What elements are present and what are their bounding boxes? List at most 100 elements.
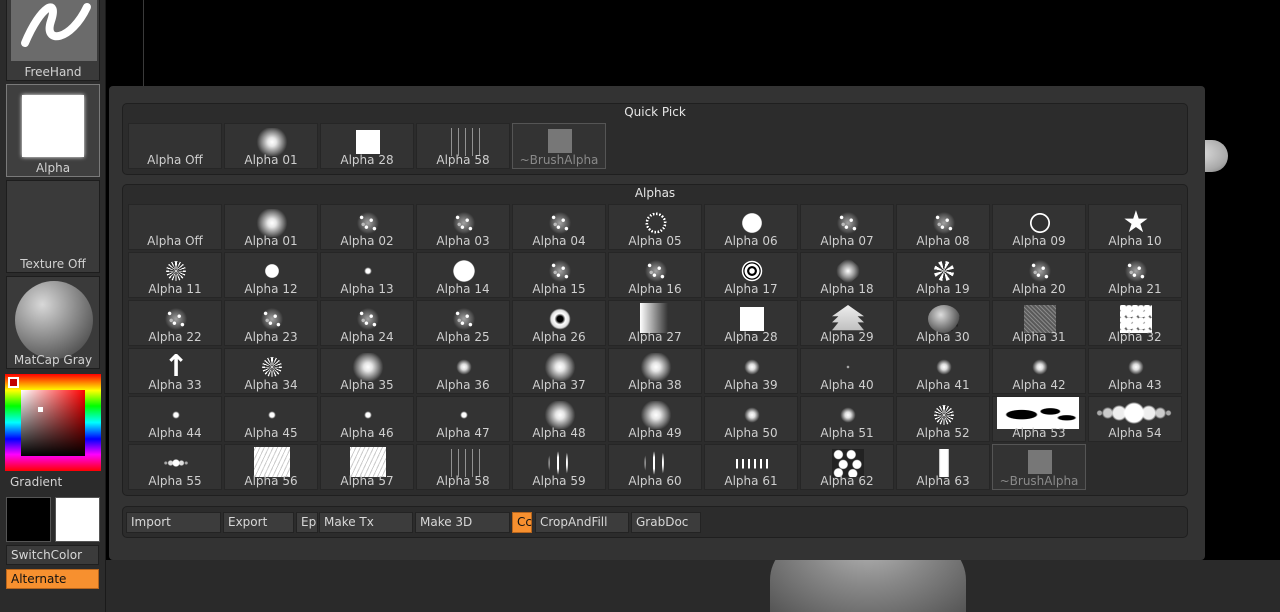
- grab-doc-button[interactable]: GrabDoc: [631, 512, 701, 533]
- alpha-cell[interactable]: ~BrushAlpha: [512, 123, 606, 169]
- alpha-cell[interactable]: Alpha 15: [512, 252, 606, 298]
- main-color-swatch[interactable]: [6, 497, 51, 542]
- alternate-button[interactable]: Alternate: [6, 569, 99, 589]
- alpha-cell[interactable]: Alpha 51: [800, 396, 894, 442]
- alpha-cell[interactable]: Alpha Off: [128, 204, 222, 250]
- alpha-cell[interactable]: Alpha 43: [1088, 348, 1182, 394]
- alpha-cell[interactable]: Alpha 46: [320, 396, 414, 442]
- alpha-cell[interactable]: ~BrushAlpha: [992, 444, 1086, 490]
- alpha-thumbnail-icon: ★: [1122, 205, 1150, 240]
- alpha-cell[interactable]: Alpha 61: [704, 444, 798, 490]
- alpha-cell-label: Alpha 28: [724, 330, 778, 344]
- alpha-cell[interactable]: Alpha 36: [416, 348, 510, 394]
- alpha-cell[interactable]: Alpha 02: [320, 204, 414, 250]
- alpha-thumbnail-icon: [544, 257, 576, 285]
- alpha-cell[interactable]: Alpha 59: [512, 444, 606, 490]
- material-selector[interactable]: MatCap Gray: [6, 276, 100, 369]
- texture-selector[interactable]: Texture Off: [6, 180, 100, 273]
- alpha-cell[interactable]: Alpha 24: [320, 300, 414, 346]
- cc-toggle[interactable]: Cc: [512, 512, 532, 533]
- make-tx-button[interactable]: Make Tx: [319, 512, 413, 533]
- alpha-cell[interactable]: Alpha 26: [512, 300, 606, 346]
- import-button[interactable]: Import: [126, 512, 221, 533]
- alpha-cell[interactable]: Alpha 20: [992, 252, 1086, 298]
- alpha-label: Alpha: [35, 161, 71, 175]
- alpha-cell[interactable]: Alpha 06: [704, 204, 798, 250]
- alpha-cell[interactable]: Alpha 42: [992, 348, 1086, 394]
- alpha-cell[interactable]: Alpha 08: [896, 204, 990, 250]
- alpha-cell[interactable]: ★ Alpha 10: [1088, 204, 1182, 250]
- alpha-cell[interactable]: Alpha 35: [320, 348, 414, 394]
- alpha-cell[interactable]: Alpha 50: [704, 396, 798, 442]
- alpha-cell[interactable]: Alpha 45: [224, 396, 318, 442]
- alpha-cell[interactable]: Alpha 58: [416, 123, 510, 169]
- alpha-cell[interactable]: Alpha 32: [1088, 300, 1182, 346]
- alpha-cell[interactable]: Alpha 11: [128, 252, 222, 298]
- crop-and-fill-button[interactable]: CropAndFill: [535, 512, 629, 533]
- alpha-cell[interactable]: Alpha 13: [320, 252, 414, 298]
- alpha-cell[interactable]: ↑ Alpha 33: [128, 348, 222, 394]
- alpha-cell[interactable]: Alpha 60: [608, 444, 702, 490]
- export-button[interactable]: Export: [223, 512, 294, 533]
- alpha-cell[interactable]: Alpha 03: [416, 204, 510, 250]
- main-color-marker[interactable]: [8, 377, 19, 388]
- secondary-color-swatch[interactable]: [55, 497, 100, 542]
- alpha-cell-label: Alpha 04: [532, 234, 586, 248]
- alpha-cell[interactable]: Alpha 38: [608, 348, 702, 394]
- alpha-cell[interactable]: Alpha 04: [512, 204, 606, 250]
- alpha-cell[interactable]: Alpha 37: [512, 348, 606, 394]
- alpha-cell[interactable]: Alpha 21: [1088, 252, 1182, 298]
- alpha-cell[interactable]: Alpha 48: [512, 396, 606, 442]
- alpha-cell[interactable]: Alpha 28: [320, 123, 414, 169]
- alpha-selector[interactable]: Alpha: [6, 84, 100, 177]
- alpha-cell[interactable]: Alpha 49: [608, 396, 702, 442]
- alpha-cell[interactable]: Alpha 09: [992, 204, 1086, 250]
- alpha-cell[interactable]: Alpha 55: [128, 444, 222, 490]
- color-picker[interactable]: [5, 374, 101, 471]
- alpha-cell[interactable]: Alpha 41: [896, 348, 990, 394]
- alpha-cell[interactable]: Alpha 01: [224, 123, 318, 169]
- alpha-cell[interactable]: Alpha 53: [992, 396, 1086, 442]
- alpha-cell[interactable]: Alpha 58: [416, 444, 510, 490]
- alpha-cell[interactable]: Alpha 52: [896, 396, 990, 442]
- alpha-cell[interactable]: Alpha 47: [416, 396, 510, 442]
- color-square-cursor[interactable]: [38, 407, 43, 412]
- alpha-cell[interactable]: Alpha 39: [704, 348, 798, 394]
- alpha-cell[interactable]: Alpha 40: [800, 348, 894, 394]
- alpha-cell[interactable]: Alpha 19: [896, 252, 990, 298]
- alpha-cell[interactable]: Alpha 27: [608, 300, 702, 346]
- alpha-cell[interactable]: Alpha 28: [704, 300, 798, 346]
- alpha-cell[interactable]: Alpha 05: [608, 204, 702, 250]
- alpha-cell[interactable]: Alpha 62: [800, 444, 894, 490]
- alpha-cell-label: Alpha 28: [340, 153, 394, 167]
- alpha-cell[interactable]: Alpha 07: [800, 204, 894, 250]
- alpha-cell[interactable]: Alpha 29: [800, 300, 894, 346]
- alpha-cell[interactable]: Alpha 17: [704, 252, 798, 298]
- alpha-cell[interactable]: Alpha 56: [224, 444, 318, 490]
- alpha-cell[interactable]: Alpha 31: [992, 300, 1086, 346]
- alpha-cell[interactable]: Alpha 14: [416, 252, 510, 298]
- alpha-cell[interactable]: Alpha 30: [896, 300, 990, 346]
- alpha-thumbnail-icon: [352, 353, 384, 381]
- alpha-cell[interactable]: Alpha 54: [1088, 396, 1182, 442]
- alpha-thumbnail-icon: [448, 128, 480, 156]
- alpha-cell[interactable]: Alpha 34: [224, 348, 318, 394]
- make-3d-button[interactable]: Make 3D: [415, 512, 510, 533]
- ep-button[interactable]: Ep: [296, 512, 318, 533]
- brush-selector[interactable]: FreeHand: [6, 0, 100, 81]
- alpha-cell[interactable]: Alpha Off: [128, 123, 222, 169]
- alpha-cell[interactable]: Alpha 57: [320, 444, 414, 490]
- switch-color-button[interactable]: SwitchColor: [6, 545, 99, 565]
- alpha-cell[interactable]: Alpha 22: [128, 300, 222, 346]
- alpha-cell[interactable]: Alpha 44: [128, 396, 222, 442]
- alpha-cell[interactable]: Alpha 01: [224, 204, 318, 250]
- color-square[interactable]: [21, 390, 85, 456]
- alpha-thumbnail-icon: [736, 353, 768, 381]
- alpha-cell[interactable]: Alpha 16: [608, 252, 702, 298]
- alpha-cell[interactable]: Alpha 25: [416, 300, 510, 346]
- alpha-cell[interactable]: Alpha 12: [224, 252, 318, 298]
- alpha-cell[interactable]: Alpha 63: [896, 444, 990, 490]
- alpha-cell[interactable]: Alpha 23: [224, 300, 318, 346]
- alpha-cell-label: Alpha 11: [148, 282, 202, 296]
- alpha-cell[interactable]: Alpha 18: [800, 252, 894, 298]
